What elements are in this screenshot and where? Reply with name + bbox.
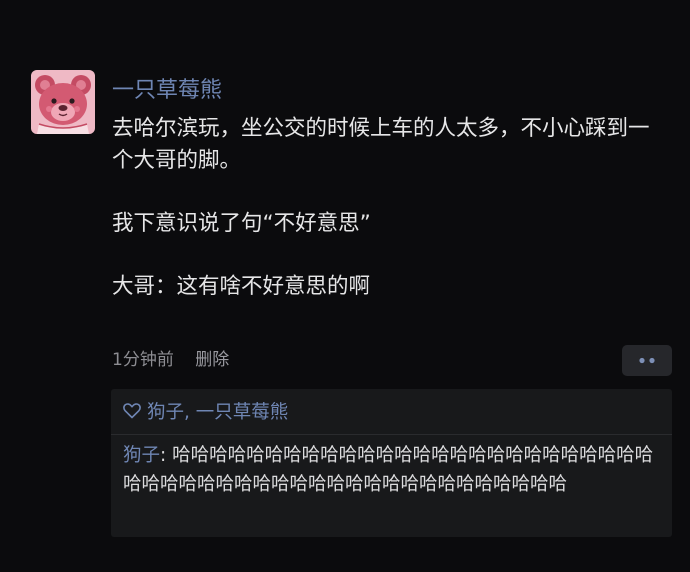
post-meta: 1分钟前 删除 bbox=[112, 346, 229, 374]
post-username[interactable]: 一只草莓熊 bbox=[112, 75, 222, 107]
avatar[interactable] bbox=[31, 70, 95, 134]
interactions-panel: 狗子, 一只草莓熊 狗子: 哈哈哈哈哈哈哈哈哈哈哈哈哈哈哈哈哈哈哈哈哈哈哈哈哈哈… bbox=[111, 389, 672, 537]
heart-icon bbox=[123, 403, 141, 419]
moment-post: 一只草莓熊 去哈尔滨玩，坐公交的时候上车的人太多，不小心踩到一个大哥的脚。 我下… bbox=[0, 0, 690, 572]
post-paragraph: 大哥：这有啥不好意思的啊 bbox=[112, 273, 371, 299]
more-dots-icon bbox=[639, 357, 655, 364]
more-actions-button[interactable] bbox=[622, 345, 672, 376]
post-paragraph: 我下意识说了句“不好意思” bbox=[112, 210, 371, 236]
divider bbox=[111, 434, 672, 435]
comment-separator: : bbox=[160, 445, 173, 466]
likes-names[interactable]: 狗子, 一只草莓熊 bbox=[147, 402, 288, 423]
delete-button[interactable]: 删除 bbox=[195, 350, 229, 370]
post-timestamp: 1分钟前 bbox=[112, 350, 174, 370]
comment-text: 哈哈哈哈哈哈哈哈哈哈哈哈哈哈哈哈哈哈哈哈哈哈哈哈哈哈哈哈哈哈哈哈哈哈哈哈哈哈哈哈… bbox=[123, 445, 654, 495]
comment-item[interactable]: 狗子: 哈哈哈哈哈哈哈哈哈哈哈哈哈哈哈哈哈哈哈哈哈哈哈哈哈哈哈哈哈哈哈哈哈哈哈哈… bbox=[123, 441, 663, 499]
post-paragraph: 去哈尔滨玩，坐公交的时候上车的人太多，不小心踩到一个大哥的脚。 bbox=[112, 116, 650, 173]
likes-row: 狗子, 一只草莓熊 bbox=[123, 398, 288, 428]
post-content: 去哈尔滨玩，坐公交的时候上车的人太多，不小心踩到一个大哥的脚。 我下意识说了句“… bbox=[112, 113, 660, 302]
strawberry-bear-avatar-icon bbox=[31, 70, 95, 134]
comment-author[interactable]: 狗子 bbox=[123, 445, 160, 466]
